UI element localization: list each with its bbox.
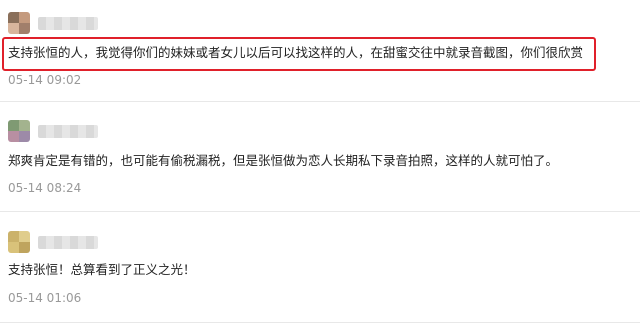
comment-item-3: 支持张恒！总算看到了正义之光！ 05-14 01:06 [0,212,640,331]
username-blurred[interactable] [38,17,98,30]
avatar[interactable] [8,120,30,142]
username-blurred[interactable] [38,236,98,249]
comment-time: 05-14 08:24 [8,181,82,195]
comment-text: 郑爽肯定是有错的，也可能有偷税漏税，但是张恒做为恋人长期私下录音拍照，这样的人就… [8,153,559,168]
divider [0,322,640,323]
avatar[interactable] [8,231,30,253]
comment-time: 05-14 09:02 [8,73,82,87]
username-blurred[interactable] [38,125,98,138]
comment-time: 05-14 01:06 [8,291,82,305]
comment-text: 支持张恒的人，我觉得你们的妹妹或者女儿以后可以找这样的人，在甜蜜交往中就录音截图… [8,45,584,60]
comment-item-2: 郑爽肯定是有错的，也可能有偷税漏税，但是张恒做为恋人长期私下录音拍照，这样的人就… [0,102,640,212]
avatar[interactable] [8,12,30,34]
comment-item-1: 支持张恒的人，我觉得你们的妹妹或者女儿以后可以找这样的人，在甜蜜交往中就录音截图… [0,0,640,100]
comment-text: 支持张恒！总算看到了正义之光！ [8,262,196,277]
